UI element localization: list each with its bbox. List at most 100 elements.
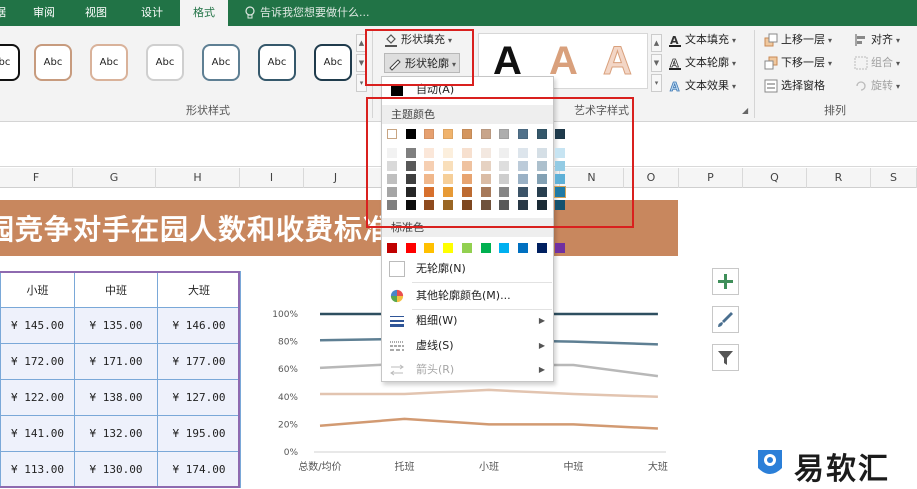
column-header-cell[interactable]: I <box>240 168 304 188</box>
table-cell[interactable]: ¥ 146.00 <box>157 307 241 344</box>
chart-elements-button[interactable] <box>712 268 739 295</box>
gallery-more-icon[interactable]: ▾ <box>651 74 662 92</box>
theme-shade-swatch[interactable] <box>405 148 416 158</box>
theme-shade-swatch[interactable] <box>405 174 416 184</box>
theme-shade-swatch[interactable] <box>536 200 547 210</box>
theme-shade-swatch[interactable] <box>536 161 547 171</box>
theme-shade-swatch[interactable] <box>461 200 472 210</box>
theme-color-swatch[interactable] <box>443 129 454 139</box>
menu-item-arrows[interactable]: 箭头(R) ▶ <box>382 359 553 381</box>
table-cell[interactable]: ¥ 141.00 <box>0 415 75 452</box>
theme-shade-swatch[interactable] <box>424 187 435 197</box>
title-banner[interactable]: 园竞争对手在园人数和收费标准 <box>0 200 678 256</box>
group-button[interactable]: 组合 ▾ <box>854 53 900 73</box>
theme-shade-swatch[interactable] <box>480 161 491 171</box>
theme-shade-swatch[interactable] <box>499 174 510 184</box>
tab-format[interactable]: 格式 <box>180 0 228 27</box>
theme-shade-swatch[interactable] <box>405 187 416 197</box>
standard-color-swatch[interactable] <box>443 243 454 253</box>
wordart-sample[interactable]: A <box>603 39 633 84</box>
theme-shade-swatch[interactable] <box>555 200 566 210</box>
table-cell[interactable]: ¥ 171.00 <box>74 343 158 380</box>
standard-color-swatch[interactable] <box>405 243 416 253</box>
shape-style-thumb[interactable]: Abc <box>146 44 184 81</box>
table-cell[interactable]: ¥ 177.00 <box>157 343 241 380</box>
gallery-more-icon[interactable]: ▾ <box>356 74 367 92</box>
theme-shade-swatch[interactable] <box>554 186 567 198</box>
table-cell[interactable]: ¥ 130.00 <box>74 451 158 488</box>
theme-shade-swatch[interactable] <box>517 174 528 184</box>
column-header-cell[interactable]: G <box>73 168 156 188</box>
theme-shade-swatch[interactable] <box>461 187 472 197</box>
theme-shade-swatch[interactable] <box>499 148 510 158</box>
rotate-button[interactable]: 旋转 ▾ <box>854 76 900 96</box>
theme-shade-swatch[interactable] <box>517 148 528 158</box>
theme-shade-swatch[interactable] <box>424 200 435 210</box>
theme-shade-swatch[interactable] <box>499 161 510 171</box>
standard-color-swatch[interactable] <box>424 243 435 253</box>
table-cell[interactable]: ¥ 135.00 <box>74 307 158 344</box>
theme-shade-swatch[interactable] <box>499 200 510 210</box>
table-header[interactable]: 小班 <box>0 271 75 308</box>
column-header-cell[interactable]: F <box>0 168 73 188</box>
bring-forward-button[interactable]: 上移一层 ▾ <box>764 30 832 50</box>
table-cell[interactable]: ¥ 172.00 <box>0 343 75 380</box>
send-backward-button[interactable]: 下移一层 ▾ <box>764 53 832 73</box>
shape-style-thumb[interactable]: Abc <box>314 44 352 81</box>
table-cell[interactable]: ¥ 174.00 <box>157 451 241 488</box>
theme-shade-swatch[interactable] <box>555 174 566 184</box>
tab-view[interactable]: 视图 <box>78 0 114 26</box>
shape-style-thumb[interactable]: Abc <box>202 44 240 81</box>
table-cell[interactable]: ¥ 122.00 <box>0 379 75 416</box>
theme-shade-swatch[interactable] <box>443 187 454 197</box>
theme-shade-swatch[interactable] <box>536 187 547 197</box>
table-cell[interactable]: ¥ 138.00 <box>74 379 158 416</box>
selection-pane-button[interactable]: 选择窗格 <box>764 76 825 96</box>
theme-shade-swatch[interactable] <box>517 200 528 210</box>
shape-style-thumb[interactable]: Abc <box>90 44 128 81</box>
column-header-cell[interactable]: P <box>679 168 743 188</box>
shape-style-thumb[interactable]: Abc <box>34 44 72 81</box>
shape-style-thumb[interactable]: Abc <box>0 44 20 81</box>
theme-color-swatch[interactable] <box>424 129 435 139</box>
theme-shade-swatch[interactable] <box>405 161 416 171</box>
theme-shade-swatch[interactable] <box>443 161 454 171</box>
text-effect-button[interactable]: A 文本效果 ▾ <box>668 76 736 96</box>
theme-shade-swatch[interactable] <box>387 200 397 210</box>
column-header-cell[interactable]: Q <box>743 168 807 188</box>
theme-shade-swatch[interactable] <box>480 200 491 210</box>
menu-item-dashes[interactable]: 虚线(S) ▶ <box>382 335 553 357</box>
chevron-up-icon[interactable]: ▲ <box>356 34 367 52</box>
theme-shade-swatch[interactable] <box>387 174 397 184</box>
shape-fill-button[interactable]: 形状填充 ▾ <box>384 30 452 50</box>
standard-color-swatch[interactable] <box>461 243 472 253</box>
table-cell[interactable]: ¥ 127.00 <box>157 379 241 416</box>
text-fill-button[interactable]: A 文本填充 ▾ <box>668 30 736 50</box>
chevron-down-icon[interactable]: ▼ <box>356 54 367 72</box>
tab-review[interactable]: 审阅 <box>26 0 62 26</box>
theme-shade-swatch[interactable] <box>443 174 454 184</box>
menu-item-weight[interactable]: 粗细(W) ▶ <box>382 310 553 332</box>
table-header[interactable]: 中班 <box>74 271 158 308</box>
tab-design[interactable]: 设计 <box>130 0 174 26</box>
theme-shade-swatch[interactable] <box>461 174 472 184</box>
column-header-cell[interactable]: N <box>560 168 624 188</box>
theme-shade-swatch[interactable] <box>480 174 491 184</box>
theme-shade-swatch[interactable] <box>461 148 472 158</box>
column-header-cell[interactable]: R <box>807 168 871 188</box>
theme-color-swatch[interactable] <box>387 129 397 139</box>
chevron-up-icon[interactable]: ▲ <box>651 34 662 52</box>
theme-shade-swatch[interactable] <box>387 187 397 197</box>
wordart-gallery-scroll[interactable]: ▲ ▼ ▾ <box>651 34 662 94</box>
menu-item-auto[interactable]: 自动(A) <box>382 79 553 101</box>
theme-color-swatch[interactable] <box>517 129 528 139</box>
theme-shade-swatch[interactable] <box>499 187 510 197</box>
standard-color-swatch[interactable] <box>536 243 547 253</box>
chevron-down-icon[interactable]: ▼ <box>651 54 662 72</box>
theme-shade-swatch[interactable] <box>536 148 547 158</box>
theme-shade-swatch[interactable] <box>443 200 454 210</box>
theme-shade-swatch[interactable] <box>424 161 435 171</box>
standard-color-swatch[interactable] <box>499 243 510 253</box>
column-header-cell[interactable]: S <box>871 168 917 188</box>
standard-color-swatch[interactable] <box>480 243 491 253</box>
